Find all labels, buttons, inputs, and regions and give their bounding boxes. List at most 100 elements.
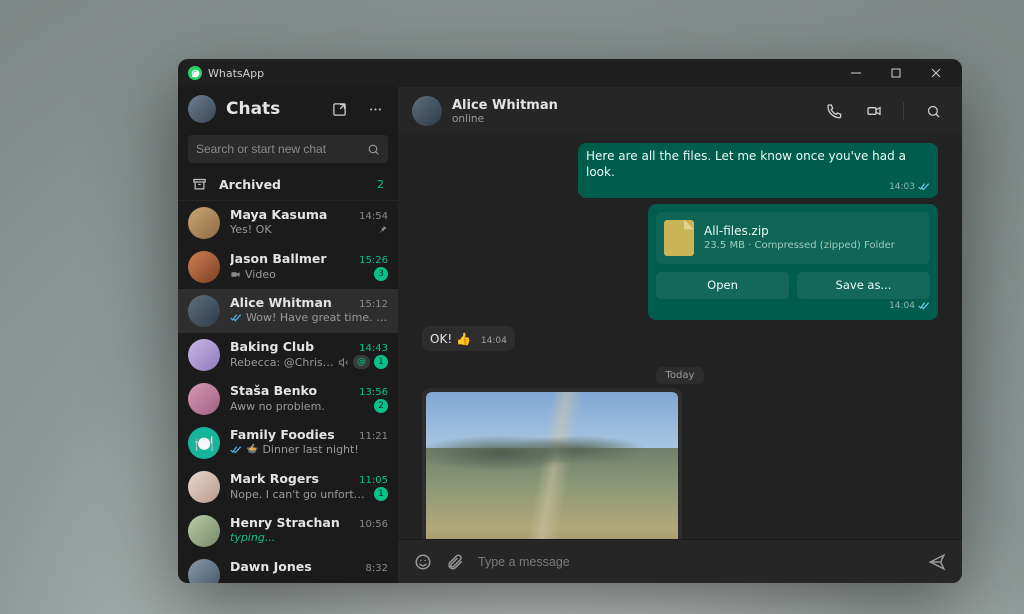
chat-item[interactable]: Maya Kasuma 14:54 Yes! OK	[178, 201, 398, 245]
read-receipt-icon	[918, 301, 930, 311]
chat-name: Mark Rogers	[230, 471, 353, 486]
file-name: All-files.zip	[704, 223, 895, 239]
message-time: 14:04	[481, 335, 507, 347]
window-maximize-button[interactable]	[876, 59, 916, 87]
search-input[interactable]	[196, 142, 367, 156]
chats-title: Chats	[226, 99, 316, 119]
conversation-pane: Alice Whitman online Here are all the fi…	[398, 87, 962, 583]
chat-name: Jason Ballmer	[230, 251, 353, 266]
message-time: 14:03	[889, 181, 915, 193]
chat-name: Baking Club	[230, 339, 353, 354]
voice-call-button[interactable]	[819, 96, 849, 126]
search-field[interactable]	[188, 135, 388, 163]
search-icon	[367, 143, 380, 156]
chat-name: Alice Whitman	[230, 295, 353, 310]
archive-icon	[192, 177, 207, 192]
message-text: OK! 👍	[430, 331, 471, 347]
read-receipt-icon	[230, 445, 242, 455]
video-call-button[interactable]	[859, 96, 889, 126]
avatar	[188, 339, 220, 371]
unread-badge: 3	[374, 267, 388, 281]
message-time: 14:04	[889, 300, 915, 312]
file-save-button[interactable]: Save as...	[797, 272, 930, 300]
chat-item[interactable]: Jason Ballmer 15:26 Video 3	[178, 245, 398, 289]
chat-item[interactable]: Mark Rogers 11:05 Nope. I can't go unfort…	[178, 465, 398, 509]
chat-item[interactable]: Baking Club 14:43 Rebecca: @Chris R? @ 1	[178, 333, 398, 377]
message-out[interactable]: Here are all the files. Let me know once…	[578, 143, 938, 198]
avatar	[188, 471, 220, 503]
whatsapp-window: WhatsApp Chats A	[178, 59, 962, 583]
video-icon	[230, 269, 241, 280]
file-open-button[interactable]: Open	[656, 272, 789, 300]
chat-time: 15:12	[359, 299, 388, 310]
chat-name: Henry Strachan	[230, 515, 353, 530]
sidebar: Chats Archived 2	[178, 87, 398, 583]
chat-search-button[interactable]	[918, 96, 948, 126]
chat-list: Maya Kasuma 14:54 Yes! OK Jason Ballmer 15…	[178, 201, 398, 583]
chat-name: Family Foodies	[230, 427, 353, 442]
mention-badge: @	[353, 355, 370, 369]
attach-button[interactable]	[446, 553, 464, 571]
avatar	[188, 559, 220, 583]
window-close-button[interactable]	[916, 59, 956, 87]
chat-item[interactable]: Staša Benko 13:56 Aww no problem. 2	[178, 377, 398, 421]
chat-item[interactable]: 🍽️ Family Foodies11:21 🍲 Dinner last nig…	[178, 421, 398, 465]
avatar	[188, 383, 220, 415]
chat-name: Staša Benko	[230, 383, 353, 398]
avatar	[188, 295, 220, 327]
unread-badge: 1	[374, 487, 388, 501]
new-chat-button[interactable]	[326, 96, 352, 122]
archived-row[interactable]: Archived 2	[178, 169, 398, 201]
avatar: 🍽️	[188, 427, 220, 459]
message-area[interactable]: Here are all the files. Let me know once…	[398, 135, 962, 539]
chat-preview: typing...	[230, 531, 388, 544]
message-in[interactable]: OK! 👍 14:04	[422, 326, 515, 351]
chat-time: 8:32	[366, 563, 388, 574]
read-receipt-icon	[230, 313, 242, 323]
message-file-out[interactable]: All-files.zip 23.5 MB · Compressed (zipp…	[648, 204, 938, 321]
archived-count: 2	[377, 178, 384, 191]
chat-preview: Aww no problem.	[230, 400, 370, 413]
photo-attachment[interactable]	[426, 392, 678, 539]
app-title: WhatsApp	[208, 67, 264, 80]
self-avatar[interactable]	[188, 95, 216, 123]
chat-preview: Dinner last night!	[262, 443, 388, 456]
unread-badge: 1	[374, 355, 388, 369]
avatar	[188, 515, 220, 547]
file-meta: 23.5 MB · Compressed (zipped) Folder	[704, 239, 895, 253]
chat-preview: Yes! OK	[230, 223, 373, 236]
message-input[interactable]	[478, 555, 914, 569]
chat-preview: Video	[245, 268, 370, 281]
message-text: Here are all the files. Let me know once…	[586, 149, 906, 179]
chat-time: 15:26	[359, 255, 388, 266]
chat-item[interactable]: Alice Whitman 15:12 Wow! Have great time.…	[178, 289, 398, 333]
send-button[interactable]	[928, 553, 946, 571]
message-photo-in[interactable]: So beautiful here! 15:06 ❤️	[422, 388, 682, 539]
composer	[398, 539, 962, 583]
chat-preview: Rebecca: @Chris R?	[230, 356, 334, 369]
chat-time: 13:56	[359, 387, 388, 398]
chat-name: Dawn Jones	[230, 559, 360, 574]
chat-time: 10:56	[359, 519, 388, 530]
zip-file-icon	[664, 220, 694, 256]
chat-item[interactable]: Henry Strachan 10:56 typing...	[178, 509, 398, 553]
mute-icon	[338, 357, 349, 368]
whatsapp-logo-icon	[188, 66, 202, 80]
chat-time: 14:43	[359, 343, 388, 354]
more-menu-button[interactable]	[362, 96, 388, 122]
chat-name: Maya Kasuma	[230, 207, 353, 222]
contact-avatar[interactable]	[412, 96, 442, 126]
pin-icon	[377, 224, 388, 235]
window-minimize-button[interactable]	[836, 59, 876, 87]
unread-badge: 2	[374, 399, 388, 413]
date-separator: Today	[422, 363, 938, 382]
chat-item[interactable]: Dawn Jones 8:32	[178, 553, 398, 583]
emoji-button[interactable]	[414, 553, 432, 571]
contact-status: online	[452, 113, 809, 125]
avatar	[188, 207, 220, 239]
chat-preview: Nope. I can't go unfortunately.	[230, 488, 370, 501]
chat-preview: Wow! Have great time. Enjoy.	[246, 311, 388, 324]
chat-time: 11:05	[359, 475, 388, 486]
chat-time: 14:54	[359, 211, 388, 222]
contact-name: Alice Whitman	[452, 98, 809, 113]
